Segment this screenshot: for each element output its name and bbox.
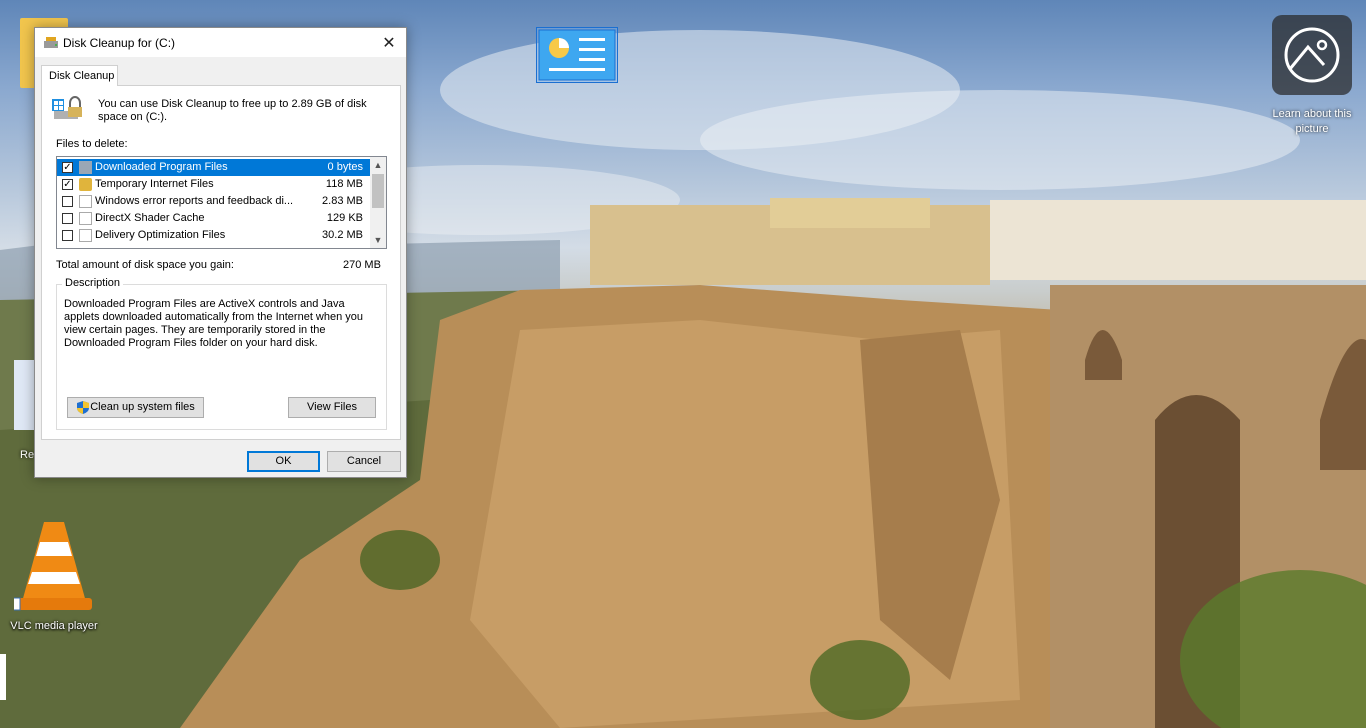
close-icon: ✕ — [382, 34, 396, 52]
title-bar[interactable]: Disk Cleanup for (C:) ✕ — [35, 28, 406, 57]
checkbox[interactable]: ✓ — [62, 179, 73, 190]
checkbox[interactable] — [62, 230, 73, 241]
total-space-label: Total amount of disk space you gain: — [56, 259, 234, 271]
intro-text: You can use Disk Cleanup to free up to 2… — [98, 98, 367, 123]
files-to-delete-label: Files to delete: — [56, 138, 128, 150]
desktop-edge-icon — [0, 654, 6, 700]
list-item[interactable]: ✓ Downloaded Program Files 0 bytes — [57, 159, 370, 176]
file-size: 118 MB — [325, 178, 363, 190]
file-name: Downloaded Program Files — [95, 161, 228, 173]
list-item[interactable]: Delivery Optimization Files 30.2 MB — [57, 227, 370, 244]
list-item[interactable]: Windows error reports and feedback di...… — [57, 193, 370, 210]
scroll-thumb[interactable] — [372, 174, 384, 208]
learn-about-picture-icon[interactable] — [1272, 15, 1352, 95]
shield-icon — [77, 401, 89, 414]
document-icon — [79, 195, 92, 208]
files-listbox[interactable]: ✓ Downloaded Program Files 0 bytes ✓ Tem… — [56, 156, 387, 249]
document-icon — [79, 229, 92, 242]
learn-about-picture-label[interactable]: Learn about this picture — [1258, 107, 1366, 137]
file-size: 30.2 MB — [322, 229, 363, 241]
lock-icon — [79, 178, 92, 191]
file-name: Temporary Internet Files — [95, 178, 214, 190]
scroll-down-icon[interactable]: ▼ — [370, 232, 386, 248]
ok-button[interactable]: OK — [247, 451, 320, 472]
control-panel-icon[interactable] — [536, 27, 618, 83]
vlc-label[interactable]: VLC media player — [0, 620, 108, 632]
file-size: 2.83 MB — [322, 195, 363, 207]
description-text: Downloaded Program Files are ActiveX con… — [64, 298, 364, 349]
folder-icon — [79, 161, 92, 174]
cancel-button[interactable]: Cancel — [327, 451, 401, 472]
disk-cleanup-lock-icon — [52, 96, 82, 119]
disk-cleanup-dialog: Disk Cleanup for (C:) ✕ Disk Cleanup You… — [34, 27, 407, 478]
list-scrollbar[interactable]: ▲ ▼ — [370, 157, 386, 248]
dialog-title: Disk Cleanup for (C:) — [63, 36, 176, 50]
document-icon — [79, 212, 92, 225]
file-size: 129 KB — [326, 212, 363, 224]
file-name: DirectX Shader Cache — [95, 212, 205, 224]
close-button[interactable]: ✕ — [372, 28, 406, 57]
checkbox[interactable]: ✓ — [62, 162, 73, 173]
file-name: Windows error reports and feedback di... — [95, 195, 294, 207]
list-item[interactable]: ✓ Temporary Internet Files 118 MB — [57, 176, 370, 193]
clean-up-system-files-label: Clean up system files — [90, 401, 195, 413]
list-item[interactable]: DirectX Shader Cache 129 KB — [57, 210, 370, 227]
file-size: 0 bytes — [327, 161, 363, 173]
view-files-button[interactable]: View Files — [288, 397, 376, 418]
total-space-value: 270 MB — [343, 259, 381, 271]
tab-disk-cleanup[interactable]: Disk Cleanup — [41, 65, 118, 86]
clean-up-system-files-button[interactable]: Clean up system files — [67, 397, 204, 418]
checkbox[interactable] — [62, 196, 73, 207]
vlc-icon[interactable] — [7, 520, 94, 612]
recycle-bin-label: Re — [20, 449, 35, 461]
scroll-up-icon[interactable]: ▲ — [370, 157, 386, 173]
description-title: Description — [62, 277, 124, 289]
recycle-bin-icon[interactable] — [14, 360, 36, 430]
file-name: Delivery Optimization Files — [95, 229, 226, 241]
disk-cleanup-icon — [44, 37, 58, 48]
checkbox[interactable] — [62, 213, 73, 224]
